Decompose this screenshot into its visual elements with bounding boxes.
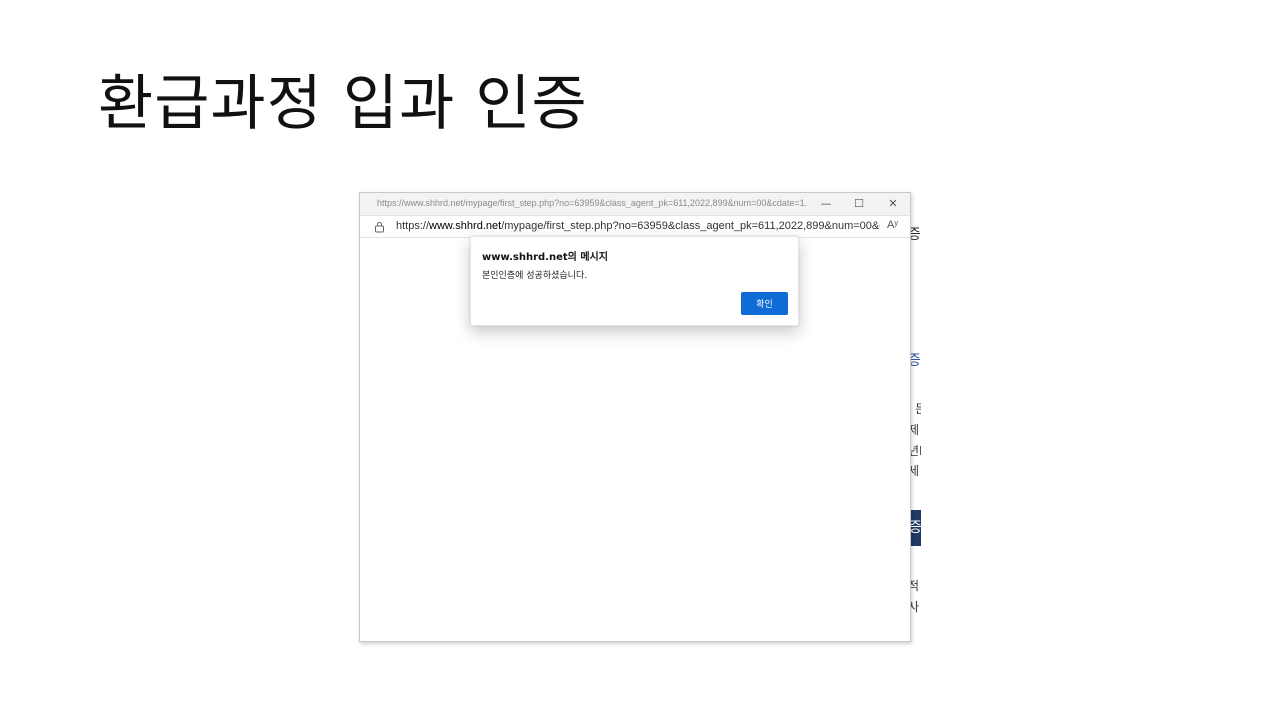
ok-button[interactable]: 확인 — [741, 292, 788, 315]
url-host: www.shhrd.net — [429, 220, 502, 232]
read-aloud-icon[interactable]: Aʸ — [887, 219, 898, 231]
address-bar[interactable]: https://www.shhrd.net/mypage/first_step.… — [360, 216, 910, 238]
alert-dialog: www.shhrd.net의 메시지 본인인증에 성공하셨습니다. 확인 — [470, 236, 799, 326]
dialog-title: www.shhrd.net의 메시지 — [482, 252, 608, 263]
minimize-icon[interactable]: — — [811, 195, 841, 213]
url-scheme: https:// — [396, 220, 430, 232]
address-url[interactable]: https://www.shhrd.net/mypage/first_step.… — [396, 220, 880, 232]
lock-icon[interactable] — [374, 221, 385, 233]
dialog-message: 본인인증에 성공하셨습니다. — [482, 271, 588, 281]
maximize-icon[interactable]: ☐ — [844, 195, 874, 213]
window-title-url: https://www.shhrd.net/mypage/first_step.… — [377, 198, 807, 208]
window-titlebar[interactable]: https://www.shhrd.net/mypage/first_step.… — [360, 193, 910, 216]
close-icon[interactable]: ✕ — [878, 195, 908, 213]
url-path: /mypage/first_step.php?no=63959&class_ag… — [501, 220, 880, 232]
slide-title: 환급과정 입과 인증 — [98, 69, 588, 139]
